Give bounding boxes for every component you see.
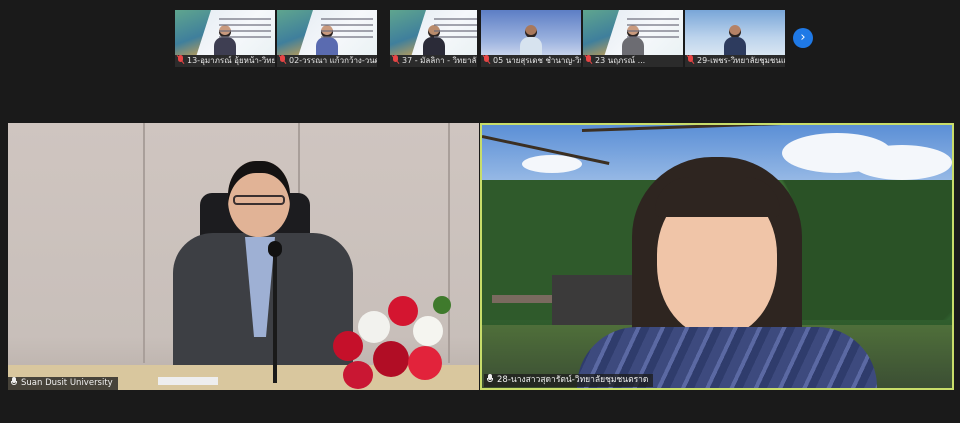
participant-name: 29-เพชร-วิทยาลัยชุมชนแ... (697, 56, 785, 65)
participant-name: 23 นฤภรณ์ ... (595, 56, 646, 65)
participant-name-bar: 13-อุมาภรณ์ อุ้ยหน้า-วิทย... (175, 55, 275, 67)
participant-thumbnail[interactable]: 37 - มัลลิกา - วิทยาลัยชุม... (390, 10, 477, 67)
video-tile-right-active-speaker[interactable]: 28-นางสาวสุดารัตน์-วิทยาลัยชุมชนตราด (480, 123, 954, 390)
participant-name-bar: 02-วรรณา แก้วกว้าง-วนศ... (277, 55, 377, 67)
participant-name-label: 28-นางสาวสุดารัตน์-วิทยาลัยชุมชนตราด (484, 374, 654, 387)
participant-avatar (214, 25, 236, 55)
participant-video (583, 10, 683, 55)
participant-name-bar: 29-เพชร-วิทยาลัยชุมชนแ... (685, 55, 785, 67)
participant-name: Suan Dusit University (21, 378, 113, 388)
wall-panel (143, 123, 145, 363)
participant-video (577, 157, 877, 388)
participant-name-bar: 37 - มัลลิกา - วิทยาลัยชุม... (390, 55, 477, 67)
flower-bouquet (323, 291, 463, 390)
next-page-button[interactable]: › (793, 28, 813, 48)
chevron-right-icon: › (800, 30, 806, 45)
participant-avatar (316, 25, 338, 55)
participant-video (685, 10, 785, 55)
participant-thumbnail[interactable]: 13-อุมาภรณ์ อุ้ยหน้า-วิทย... (175, 10, 275, 67)
participant-name: 02-วรรณา แก้วกว้าง-วนศ... (289, 56, 377, 65)
participant-thumbnail[interactable]: 23 นฤภรณ์ ... (583, 10, 683, 67)
muted-mic-icon (392, 55, 399, 64)
participant-video (390, 10, 477, 55)
participant-video (277, 10, 377, 55)
tree-branch (581, 125, 802, 132)
muted-mic-icon (687, 55, 694, 64)
participant-avatar (422, 25, 445, 55)
desk-object (158, 377, 218, 385)
cloud (522, 155, 582, 173)
microphone-icon (11, 377, 17, 386)
participant-thumbnail[interactable]: 29-เพชร-วิทยาลัยชุมชนแ... (685, 10, 785, 67)
participant-name-bar: 23 นฤภรณ์ ... (583, 55, 683, 67)
video-tile-left[interactable]: Suan Dusit University (8, 123, 479, 390)
participant-avatar (520, 25, 542, 55)
muted-mic-icon (483, 55, 490, 64)
muted-mic-icon (279, 55, 286, 64)
participant-name: 37 - มัลลิกา - วิทยาลัยชุม... (402, 56, 477, 65)
participant-video (175, 10, 275, 55)
muted-mic-icon (177, 55, 184, 64)
participant-name: 05 นายสุรเดช ชำนาญ-วิท... (493, 56, 581, 65)
participant-name-bar: 05 นายสุรเดช ชำนาญ-วิท... (481, 55, 581, 67)
participant-name: 28-นางสาวสุดารัตน์-วิทยาลัยชุมชนตราด (497, 375, 649, 385)
microphone-icon (487, 374, 493, 383)
participant-thumbnail[interactable]: 05 นายสุรเดช ชำนาญ-วิท... (481, 10, 581, 67)
muted-mic-icon (585, 55, 592, 64)
participant-strip: 13-อุมาภรณ์ อุ้ยหน้า-วิทย... 02-วรรณา แก… (0, 10, 960, 68)
participant-video (481, 10, 581, 55)
participant-thumbnail[interactable]: 02-วรรณา แก้วกว้าง-วนศ... (277, 10, 377, 67)
participant-avatar (622, 25, 644, 55)
participant-name-label: Suan Dusit University (8, 377, 118, 390)
participant-avatar (724, 25, 746, 55)
desk-microphone (268, 241, 282, 383)
participant-name: 13-อุมาภรณ์ อุ้ยหน้า-วิทย... (187, 56, 275, 65)
